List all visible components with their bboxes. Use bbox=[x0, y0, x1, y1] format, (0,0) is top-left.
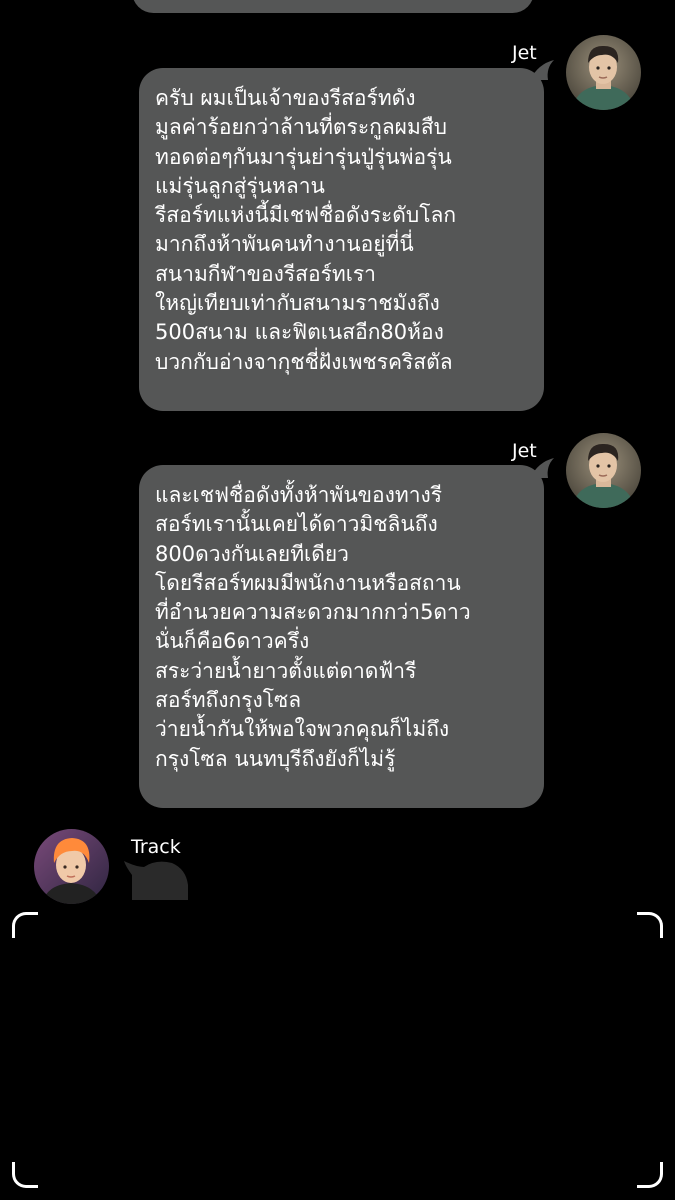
viewfinder-corner-icon bbox=[12, 1162, 38, 1188]
viewfinder-corner-icon bbox=[637, 912, 663, 938]
jet-avatar-icon[interactable] bbox=[566, 433, 641, 508]
message-bubble-1: ครับ ผมเป็นเจ้าของรีสอร์ทดัง มูลค่าร้อยก… bbox=[139, 68, 544, 411]
message-bubble-2: และเชฟชื่อดังทั้งห้าพันของทางรี สอร์ทเรา… bbox=[139, 465, 544, 808]
previous-message-bubble bbox=[132, 0, 534, 13]
viewfinder-corner-icon bbox=[12, 912, 38, 938]
message-bubble-3 bbox=[124, 861, 188, 900]
jet-avatar-icon[interactable] bbox=[566, 35, 641, 110]
viewfinder-corner-icon bbox=[637, 1162, 663, 1188]
bubble-tail-icon bbox=[530, 60, 554, 80]
track-avatar-icon[interactable] bbox=[34, 829, 109, 904]
bubble-tail-icon bbox=[530, 458, 554, 478]
